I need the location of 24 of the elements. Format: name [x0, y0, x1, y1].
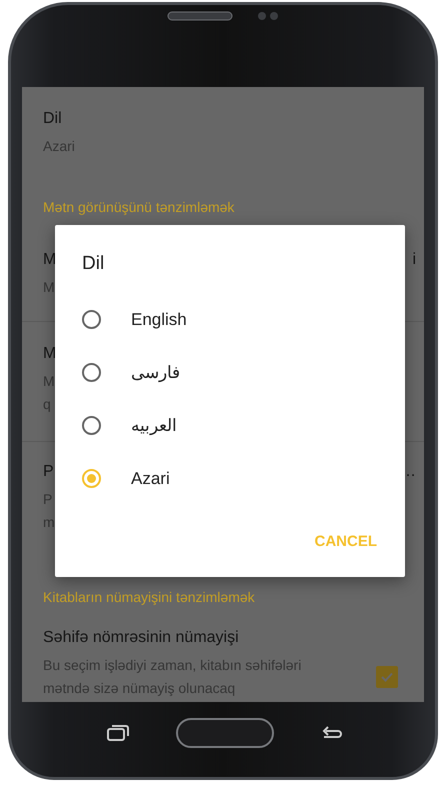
sensor-icon: [257, 11, 279, 21]
speaker-grille-icon: [167, 11, 233, 21]
recent-apps-icon[interactable]: [106, 723, 130, 743]
radio-button[interactable]: [82, 310, 101, 329]
setting-title: P: [43, 462, 54, 482]
section-header: Kitabların nümayişini tənzimləmək: [43, 588, 256, 607]
setting-title: M: [43, 250, 56, 270]
cancel-button[interactable]: CANCEL: [314, 529, 377, 554]
option-label: فارسی: [131, 362, 180, 383]
radio-button[interactable]: [82, 416, 101, 435]
radio-button[interactable]: [82, 469, 101, 488]
setting-title: Dil: [43, 109, 62, 129]
dialog-title: Dil: [82, 252, 106, 276]
setting-title: M: [43, 344, 56, 364]
section-header: Mətn görünüşünü tənzimləmək: [43, 198, 236, 217]
option-label: العربیه: [131, 415, 177, 436]
checkmark-icon: [380, 670, 394, 684]
home-button[interactable]: [176, 718, 274, 748]
setting-title: Səhifə nömrəsinin nümayişi: [43, 628, 239, 648]
option-label: English: [131, 310, 187, 330]
option-label: Azari: [131, 468, 170, 488]
radio-button[interactable]: [82, 363, 101, 382]
checkbox[interactable]: [376, 666, 398, 688]
setting-title: i: [412, 250, 416, 270]
